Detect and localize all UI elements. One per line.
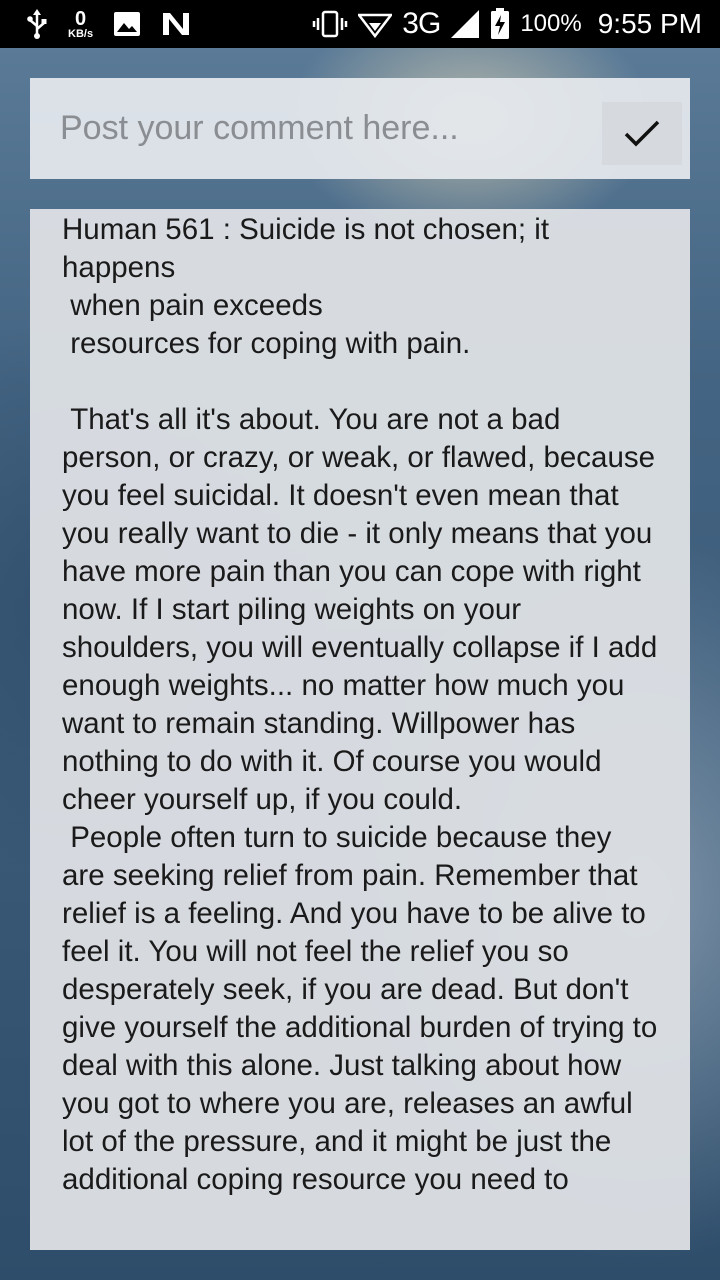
battery-percent: 100% [520,10,582,37]
signal-icon [450,9,480,39]
checkmark-icon [623,119,661,149]
n-logo-icon [161,11,191,37]
data-rate-indicator: 0 KB/s [68,9,93,40]
submit-comment-button[interactable] [602,102,682,165]
data-rate-value: 0 [74,7,87,30]
image-icon [113,11,141,37]
comment-text: Human 561 : Suicide is not chosen; it ha… [62,213,658,1196]
clock: 9:55 PM [597,8,702,39]
data-rate-unit: KB/s [68,27,94,40]
usb-icon [26,8,48,40]
comment-compose-box [30,78,690,179]
vibrate-icon [312,10,348,38]
network-type: 3G [402,7,441,40]
comment-input[interactable] [30,78,590,179]
battery-charging-icon [490,8,510,40]
comment-panel[interactable]: Human 561 : Suicide is not chosen; it ha… [30,209,690,1250]
status-bar: 0 KB/s 3G 100% 9:55 PM [0,0,720,48]
wifi-icon [358,10,393,38]
